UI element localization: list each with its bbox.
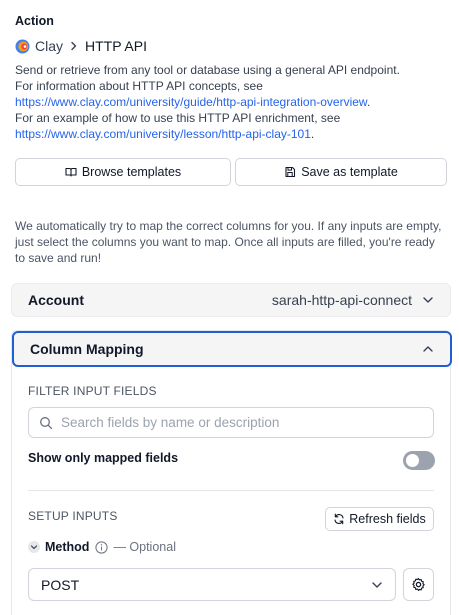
column-mapping-header[interactable]: Column Mapping xyxy=(12,331,452,367)
refresh-icon xyxy=(334,513,344,525)
method-value: POST xyxy=(41,576,80,593)
chevron-down-icon xyxy=(423,297,433,303)
divider xyxy=(28,490,434,491)
save-as-template-label: Save as template xyxy=(301,165,398,179)
column-mapping-title: Column Mapping xyxy=(30,341,144,357)
method-select[interactable]: POST xyxy=(28,568,396,601)
description-line: Send or retrieve from any tool or databa… xyxy=(15,63,400,77)
toggle-knob xyxy=(406,454,419,467)
clay-logo xyxy=(15,39,30,54)
period: . xyxy=(366,95,371,109)
account-value: sarah-http-api-connect xyxy=(271,292,412,308)
account-selector[interactable]: Account sarah-http-api-connect xyxy=(11,283,451,317)
description: Send or retrieve from any tool or databa… xyxy=(15,62,447,142)
chevron-up-icon xyxy=(423,346,433,352)
search-field[interactable] xyxy=(28,407,434,438)
method-settings-button[interactable] xyxy=(403,568,434,601)
save-as-template-button[interactable]: Save as template xyxy=(235,158,447,186)
period: . xyxy=(310,127,315,141)
chevron-right-icon xyxy=(69,41,79,51)
description-line: For an example of how to use this HTTP A… xyxy=(15,111,341,125)
breadcrumb-current: HTTP API xyxy=(85,38,147,54)
breadcrumb-app[interactable]: Clay xyxy=(35,38,63,54)
lesson-link[interactable]: https://www.clay.com/university/lesson/h… xyxy=(15,127,311,141)
breadcrumb: Clay HTTP API xyxy=(15,37,147,55)
method-field-header: Method — Optional xyxy=(28,539,176,555)
chevron-down-icon xyxy=(372,581,382,588)
account-label: Account xyxy=(28,292,84,308)
info-icon[interactable] xyxy=(95,540,109,554)
refresh-fields-button[interactable]: Refresh fields xyxy=(325,507,434,531)
search-icon xyxy=(40,416,53,429)
account-value-wrap: sarah-http-api-connect xyxy=(272,292,434,308)
show-mapped-label: Show only mapped fields xyxy=(28,451,179,465)
column-mapping-panel: Column Mapping FILTER INPUT FIELDS Show … xyxy=(11,330,452,615)
save-icon xyxy=(285,166,296,178)
description-line: For information about HTTP API concepts,… xyxy=(15,79,263,93)
setup-heading: SETUP INPUTS xyxy=(28,509,118,523)
browse-templates-label: Browse templates xyxy=(81,165,182,179)
browse-templates-button[interactable]: Browse templates xyxy=(15,158,231,186)
method-optional: — Optional xyxy=(113,540,176,554)
show-mapped-toggle[interactable] xyxy=(403,451,435,470)
section-label: Action xyxy=(15,14,54,28)
filter-heading: FILTER INPUT FIELDS xyxy=(28,384,157,398)
refresh-fields-label: Refresh fields xyxy=(349,512,426,526)
book-open-icon xyxy=(65,167,77,177)
guide-link[interactable]: https://www.clay.com/university/guide/ht… xyxy=(15,95,367,109)
method-label: Method xyxy=(45,540,90,554)
auto-mapping-text: We automatically try to map the correct … xyxy=(15,219,442,265)
chevron-down-icon[interactable] xyxy=(28,541,40,553)
search-input[interactable] xyxy=(61,415,401,430)
gear-icon xyxy=(412,578,425,591)
